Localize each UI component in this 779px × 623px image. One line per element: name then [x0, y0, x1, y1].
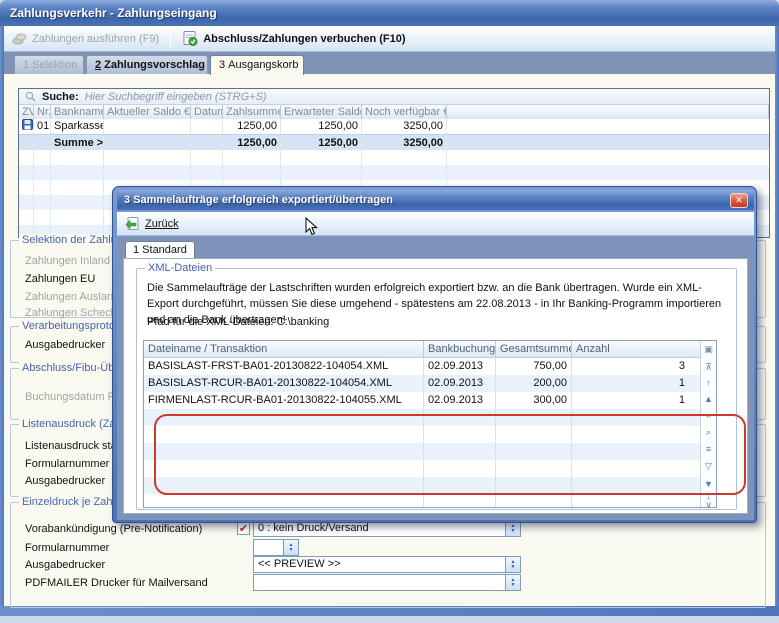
dropdown-spinner-icon[interactable]: ▲▼ [505, 521, 520, 536]
col-anzahl[interactable]: Anzahl [572, 341, 702, 357]
xml-path-line: Pfad für die XML-Dateien: C:\banking [147, 316, 729, 328]
pdfmailer-dropdown[interactable]: ▲▼ [253, 574, 521, 591]
search-placeholder: Hier Suchbegriff eingeben (STRG+S) [85, 91, 267, 103]
post-payments-button[interactable]: Abschluss/Zahlungen verbuchen (F10) [174, 28, 413, 50]
page-up-icon[interactable]: ▲ [701, 394, 716, 404]
back-label: Zurück [145, 218, 179, 230]
tab-zahlungsvorschlag[interactable]: 2Zahlungsvorschlag [86, 55, 208, 74]
dropdown-spinner-icon[interactable]: ▲▼ [505, 575, 520, 590]
row-up-icon[interactable]: ↑ [701, 378, 716, 388]
dialog-title: 3 Sammelaufträge erfolgreich exportiert/… [124, 194, 393, 206]
floppy-icon [22, 119, 30, 130]
label-formularnummer: Formularnummer [25, 458, 109, 470]
scroll-bottom-icon[interactable]: ⊻ [701, 501, 716, 508]
xml-dateien-group: XML-Dateien Die Sammelaufträge der Lasts… [136, 268, 737, 510]
ausgabedrucker-dropdown[interactable]: << PREVIEW >> ▲▼ [253, 556, 521, 573]
search-label: Suche: [42, 91, 79, 103]
main-tabstrip: 1Selektion 2Zahlungsvorschlag 3Ausgangsk… [4, 52, 775, 74]
search-icon [25, 91, 36, 102]
close-icon[interactable]: ✕ [730, 193, 748, 208]
back-icon [125, 217, 140, 231]
export-result-dialog: 3 Sammelaufträge erfolgreich exportiert/… [112, 186, 757, 523]
execute-payments-label: Zahlungen ausführen (F9) [32, 33, 159, 45]
label-ausgabedrucker: Ausgabedrucker [25, 559, 105, 571]
col-erwarteter-saldo[interactable]: Erwarteter Saldo € [281, 105, 362, 119]
col-dateiname[interactable]: Dateiname / Transaktion [144, 341, 424, 357]
label-zahlungen-eu: Zahlungen EU [25, 273, 95, 285]
dialog-toolbar: Zurück [117, 212, 754, 236]
xml-file-row[interactable]: FIRMENLAST-RCUR-BA01-20130822-104055.XML… [144, 392, 702, 409]
col-bankname[interactable]: Bankname [51, 105, 104, 119]
dropdown-spinner-icon[interactable]: ▲▼ [505, 557, 520, 572]
mouse-cursor [305, 217, 318, 236]
group-title: XML-Dateien [145, 262, 215, 274]
xml-file-row[interactable]: BASISLAST-FRST-BA01-20130822-104054.XML … [144, 358, 702, 375]
label-vorabankuendigung: Vorabankündigung (Pre-Notification) [25, 523, 202, 535]
coins-icon [12, 32, 27, 45]
col-bankbuchung[interactable]: Bankbuchung am [424, 341, 496, 357]
execute-payments-button[interactable]: Zahlungen ausführen (F9) [4, 28, 167, 50]
grid-search-bar[interactable]: Suche: Hier Suchbegriff eingeben (STRG+S… [19, 89, 769, 105]
main-toolbar: Zahlungen ausführen (F9) Abschluss/Zahlu… [4, 26, 775, 52]
col-zahlsumme[interactable]: Zahlsumme € [223, 105, 281, 119]
dialog-titlebar: 3 Sammelaufträge erfolgreich exportiert/… [117, 190, 754, 210]
window-titlebar: Zahlungsverkehr - Zahlungseingang [0, 0, 779, 26]
label-ausgabedrucker: Ausgabedrucker [25, 475, 105, 487]
copy-icon[interactable]: ▣ [701, 344, 716, 354]
tab-ausgangskorb[interactable]: 3Ausgangskorb [210, 55, 304, 75]
spinner-icon[interactable]: ▲▼ [283, 540, 298, 555]
scroll-top-icon[interactable]: ⊼ [701, 362, 716, 372]
document-check-icon [182, 31, 198, 46]
bank-sum-row: Summe > 1250,00 1250,00 3250,00 [19, 134, 769, 150]
back-button[interactable]: Zurück [117, 213, 187, 235]
xml-file-row[interactable]: BASISLAST-RCUR-BA01-20130822-104054.XML … [144, 375, 702, 392]
col-noch-verfuegbar[interactable]: Noch verfügbar € [362, 105, 447, 119]
formularnummer-spinner[interactable]: ▲▼ [253, 539, 299, 556]
col-gesamtsumme[interactable]: Gesamtsumme € [496, 341, 572, 357]
toolbar-separator [170, 30, 171, 48]
prenotification-checkbox[interactable]: ✔ [237, 522, 250, 535]
label-zahlungen-ausland: Zahlungen Ausland [25, 291, 119, 303]
col-nr[interactable]: Nr. [34, 105, 51, 119]
grid-header-row[interactable]: Dateiname / Transaktion Bankbuchung am G… [144, 341, 702, 358]
col-zv[interactable]: ZV [19, 105, 34, 119]
dialog-panel: XML-Dateien Die Sammelaufträge der Lasts… [123, 258, 748, 514]
dialog-tab-area: 1 Standard XML-Dateien Die Sammelaufträg… [117, 237, 754, 520]
empty-grid-row [144, 494, 702, 508]
label-pdfmailer: PDFMAILER Drucker für Mailversand [25, 577, 208, 589]
label-ausgabedrucker: Ausgabedrucker [25, 339, 105, 351]
empty-grid-row [19, 165, 769, 180]
col-aktueller-saldo[interactable]: Aktueller Saldo € [104, 105, 191, 119]
col-datum[interactable]: Datum [191, 105, 223, 119]
grid-header-row[interactable]: ZV Nr. Bankname Aktueller Saldo € Datum … [19, 105, 769, 119]
application-window: Zahlungsverkehr - Zahlungseingang Zahlun… [0, 0, 779, 623]
tab-standard[interactable]: 1 Standard [125, 241, 195, 258]
post-payments-label: Abschluss/Zahlungen verbuchen (F10) [203, 33, 405, 45]
window-border-right [775, 26, 779, 614]
empty-grid-row [19, 150, 769, 165]
red-annotation-ellipse [154, 414, 746, 495]
window-title: Zahlungsverkehr - Zahlungseingang [10, 6, 217, 20]
label-zahlungen-inland: Zahlungen Inland [25, 255, 110, 267]
tab-selektion[interactable]: 1Selektion [14, 55, 84, 74]
label-formularnummer: Formularnummer [25, 542, 109, 554]
bank-row-sparkasse[interactable]: 01 Sparkasse 1250,00 1250,00 3250,00 [19, 119, 769, 134]
